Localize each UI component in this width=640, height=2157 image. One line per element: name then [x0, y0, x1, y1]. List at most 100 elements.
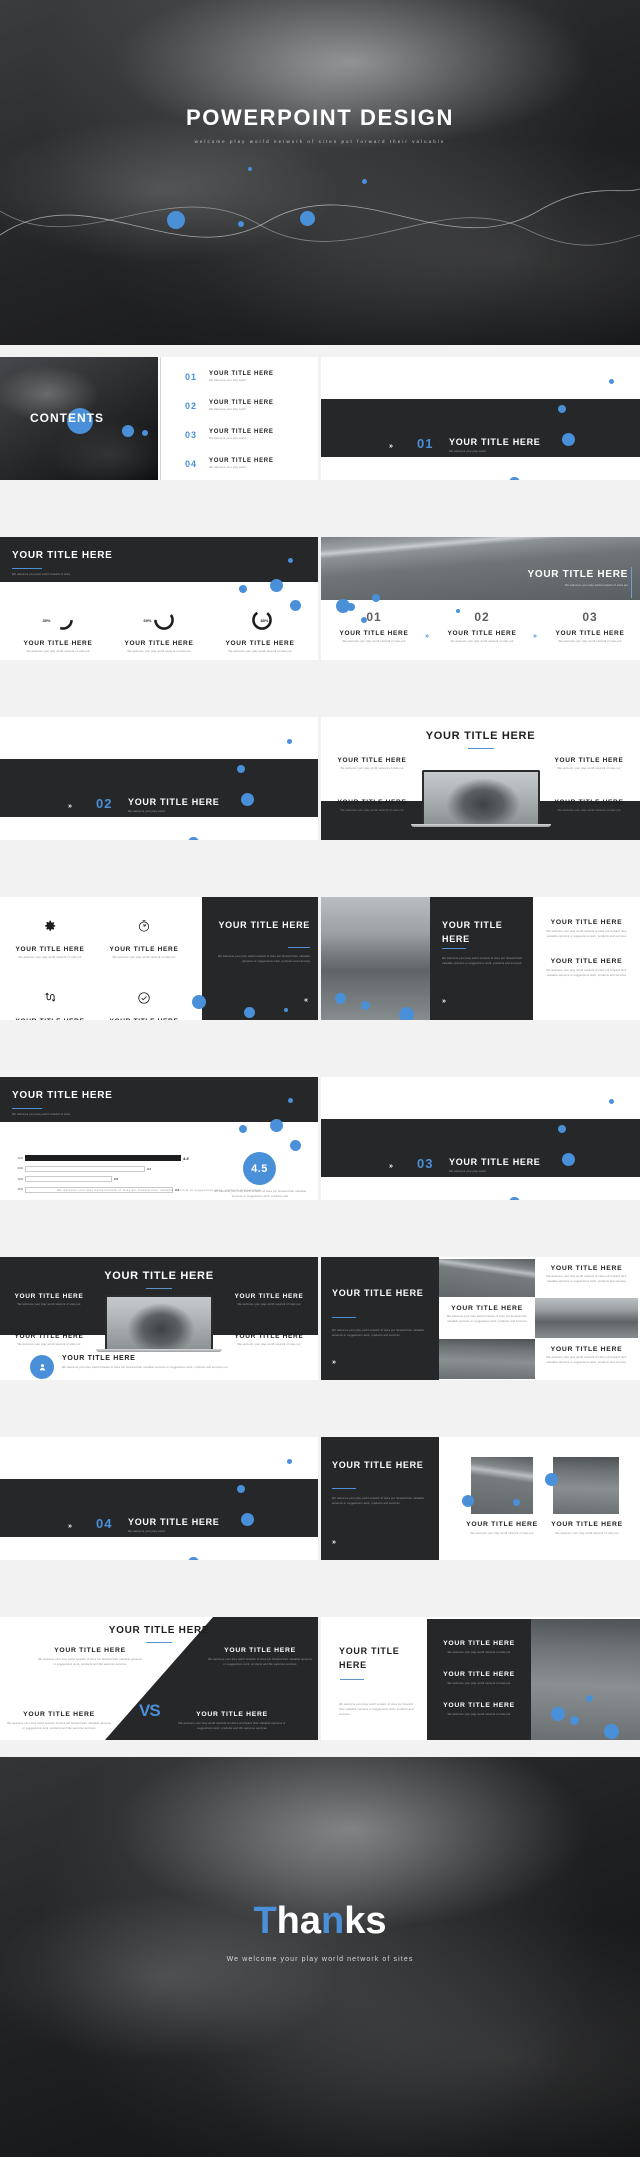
laptop-light-block-4[interactable]: YOUR TITLE HERE We welcome your play wor…	[544, 799, 634, 814]
bar-category: 2017	[17, 1156, 23, 1160]
donut-item-1[interactable]: 30% YOUR TITLE HERE We welcome your play…	[8, 609, 108, 655]
slide-mosaic[interactable]: YOUR TITLE HERE We welcome your play wor…	[321, 1257, 640, 1380]
slide-hero[interactable]: POWERPOINT DESIGN welcome play world net…	[0, 0, 640, 345]
bar-row[interactable]: 2017 4.5	[10, 1155, 200, 1161]
icon-item-4[interactable]: YOUR TITLE HERE We welcome your play wor…	[98, 991, 190, 1020]
laptop-light-block-3[interactable]: YOUR TITLE HERE We welcome your play wor…	[327, 799, 417, 814]
mosaic-card-2[interactable]: YOUR TITLE HERE We welcome your play wor…	[439, 1298, 535, 1338]
laptop-dark-block-1[interactable]: YOUR TITLE HERE We welcome your play wor…	[4, 1293, 94, 1308]
decor-dot	[288, 558, 293, 563]
slide-divider-03[interactable]: » 03 YOUR TITLE HERE We welcome your pla…	[321, 1077, 640, 1200]
donut-title: YOUR TITLE HERE	[23, 640, 93, 647]
contents-item-desc: We welcome your play world	[209, 408, 246, 411]
vs-left-item-1[interactable]: YOUR TITLE HERE We welcome your play wor…	[30, 1647, 150, 1668]
decor-dot	[238, 221, 244, 227]
slide-two-photos[interactable]: YOUR TITLE HERE We welcome your play wor…	[321, 1437, 640, 1560]
mosaic-card-3[interactable]: YOUR TITLE HERE We welcome your play wor…	[535, 1339, 638, 1379]
step-item-1[interactable]: 01 YOUR TITLE HERE We welcome your play …	[325, 610, 423, 645]
laptop-light-block-1[interactable]: YOUR TITLE HERE We welcome your play wor…	[327, 757, 417, 772]
contents-item-03[interactable]: 03 YOUR TITLE HERE We welcome your play …	[185, 429, 274, 442]
chevron-right-icon[interactable]: »	[332, 1539, 336, 1546]
vs-right-item-1[interactable]: YOUR TITLE HERE We welcome your play wor…	[200, 1647, 318, 1668]
slide-chart[interactable]: YOUR TITLE HERE We welcome your play wor…	[0, 1077, 318, 1200]
donut-title: YOUR TITLE HERE	[124, 640, 194, 647]
contents-item-number: 04	[185, 459, 198, 470]
title-underline	[467, 748, 494, 750]
step-title: YOUR TITLE HERE	[447, 630, 517, 637]
list-item-1[interactable]: YOUR TITLE HERE We welcome your play wor…	[427, 1619, 531, 1656]
icon-item-1[interactable]: YOUR TITLE HERE We welcome your play wor…	[4, 919, 96, 961]
card-title: YOUR TITLE HERE	[451, 1305, 523, 1312]
slide-photo-text[interactable]: YOUR TITLE HERE We welcome your play wor…	[321, 897, 640, 1020]
contents-item-01[interactable]: 01 YOUR TITLE HERE We welcome your play …	[185, 371, 274, 384]
slide-divider-04[interactable]: » 04 YOUR TITLE HERE We welcome your pla…	[0, 1437, 318, 1560]
slide-donuts[interactable]: YOUR TITLE HERE We welcome your play wor…	[0, 537, 318, 660]
slide-subtitle: We welcome your play world network of si…	[12, 1113, 71, 1116]
slide-icons[interactable]: YOUR TITLE HERE We welcome your play wor…	[0, 897, 318, 1020]
user-circle-icon[interactable]	[30, 1355, 54, 1379]
chevron-right-icon: »	[68, 803, 72, 810]
slide-laptop-light[interactable]: YOUR TITLE HERE YOUR TITLE HERE We welco…	[321, 717, 640, 840]
list-item-3[interactable]: YOUR TITLE HERE We welcome your play wor…	[427, 1687, 531, 1718]
bar-fill	[25, 1176, 112, 1182]
donut-item-2[interactable]: 60% YOUR TITLE HERE We welcome your play…	[109, 609, 209, 655]
title-underline	[332, 1317, 356, 1319]
step-number: 02	[474, 610, 490, 624]
slide-divider-01[interactable]: » 01 YOUR TITLE HERE We welcome your pla…	[321, 357, 640, 480]
icon-item-2[interactable]: YOUR TITLE HERE We welcome your play wor…	[98, 919, 190, 961]
chevron-right-icon: »	[533, 633, 537, 640]
icon-item-3[interactable]: YOUR TITLE HERE We welcome your play wor…	[4, 991, 96, 1020]
laptop-dark-block-2[interactable]: YOUR TITLE HERE We welcome your play wor…	[224, 1293, 314, 1308]
chevron-right-icon[interactable]: »	[442, 998, 446, 1005]
photo-text-right-item-2[interactable]: YOUR TITLE HERE We welcome your play wor…	[537, 940, 636, 979]
contents-item-04[interactable]: 04 YOUR TITLE HERE We welcome your play …	[185, 458, 274, 471]
icon-title: YOUR TITLE HERE	[98, 1018, 190, 1020]
contents-item-title: YOUR TITLE HERE	[209, 400, 274, 406]
vs-label: VS	[139, 1701, 161, 1720]
decor-dot	[142, 430, 148, 436]
title-underline	[146, 1642, 172, 1644]
laptop-light-block-2[interactable]: YOUR TITLE HERE We welcome your play wor…	[544, 757, 634, 772]
item-desc: We welcome your play world network of si…	[447, 1712, 511, 1716]
slide-thanks[interactable]: Thanks We welcome your play world networ…	[0, 1757, 640, 2157]
two-photos-card-1[interactable]: YOUR TITLE HERE We welcome your play wor…	[461, 1521, 543, 1537]
item-desc: We welcome your play world network of si…	[178, 1722, 286, 1730]
slide-list[interactable]: YOUR TITLE HERE We welcome your play wor…	[321, 1617, 640, 1740]
mosaic-card-1[interactable]: YOUR TITLE HERE We welcome your play wor…	[535, 1259, 638, 1297]
two-photos-photo-2	[553, 1457, 619, 1514]
chevron-right-icon[interactable]: »	[332, 1359, 336, 1366]
vs-right-item-2[interactable]: YOUR TITLE HERE We welcome your play wor…	[172, 1711, 292, 1732]
step-item-3[interactable]: 03 YOUR TITLE HERE We welcome your play …	[541, 610, 639, 645]
list-item-2[interactable]: YOUR TITLE HERE We welcome your play wor…	[427, 1656, 531, 1687]
decor-dot	[609, 1099, 614, 1104]
item-title: YOUR TITLE HERE	[224, 1647, 296, 1654]
decor-dot	[288, 1098, 293, 1103]
slide-divider-02[interactable]: » 02 YOUR TITLE HERE We welcome your pla…	[0, 717, 318, 840]
slide-vs[interactable]: YOUR TITLE HERE YOUR TITLE HERE We welco…	[0, 1617, 318, 1740]
chevron-left-icon[interactable]: «	[304, 997, 308, 1004]
step-number: 01	[366, 610, 382, 624]
slide-steps[interactable]: YOUR TITLE HERE We welcome your play wor…	[321, 537, 640, 660]
slide-laptop-dark[interactable]: YOUR TITLE HERE YOUR TITLE HERE We welco…	[0, 1257, 318, 1380]
block-title: YOUR TITLE HERE	[234, 1293, 304, 1300]
block-title: YOUR TITLE HERE	[337, 757, 407, 764]
bar-row[interactable]: 2015 2.9	[10, 1176, 200, 1182]
laptop-dark-block-4[interactable]: YOUR TITLE HERE We welcome your play wor…	[224, 1333, 314, 1348]
bar-fill	[25, 1155, 181, 1161]
bar-row[interactable]: 2016 3.3	[10, 1165, 200, 1172]
decor-dot	[509, 1197, 520, 1200]
laptop-dark-block-3[interactable]: YOUR TITLE HERE We welcome your play wor…	[4, 1333, 94, 1348]
contents-item-desc: We welcome your play world	[209, 466, 246, 469]
photo-text-right-item-1[interactable]: YOUR TITLE HERE We welcome your play wor…	[537, 901, 636, 940]
list-photo	[531, 1619, 640, 1740]
slide-title: YOUR TITLE HERE	[108, 1625, 210, 1636]
two-photos-card-2[interactable]: YOUR TITLE HERE We welcome your play wor…	[546, 1521, 628, 1537]
step-item-2[interactable]: 02 YOUR TITLE HERE We welcome your play …	[433, 610, 531, 645]
slide-contents[interactable]: CONTENTS 01 YOUR TITLE HERE We welcome y…	[0, 357, 318, 480]
donut-item-3[interactable]: 80% YOUR TITLE HERE We welcome your play…	[210, 609, 310, 655]
decor-dot	[545, 1473, 558, 1486]
vs-left-item-2[interactable]: YOUR TITLE HERE We welcome your play wor…	[0, 1711, 118, 1732]
item-title: YOUR TITLE HERE	[550, 957, 623, 965]
contents-item-02[interactable]: 02 YOUR TITLE HERE We welcome your play …	[185, 400, 274, 413]
bar-value: 2.9	[114, 1177, 118, 1181]
